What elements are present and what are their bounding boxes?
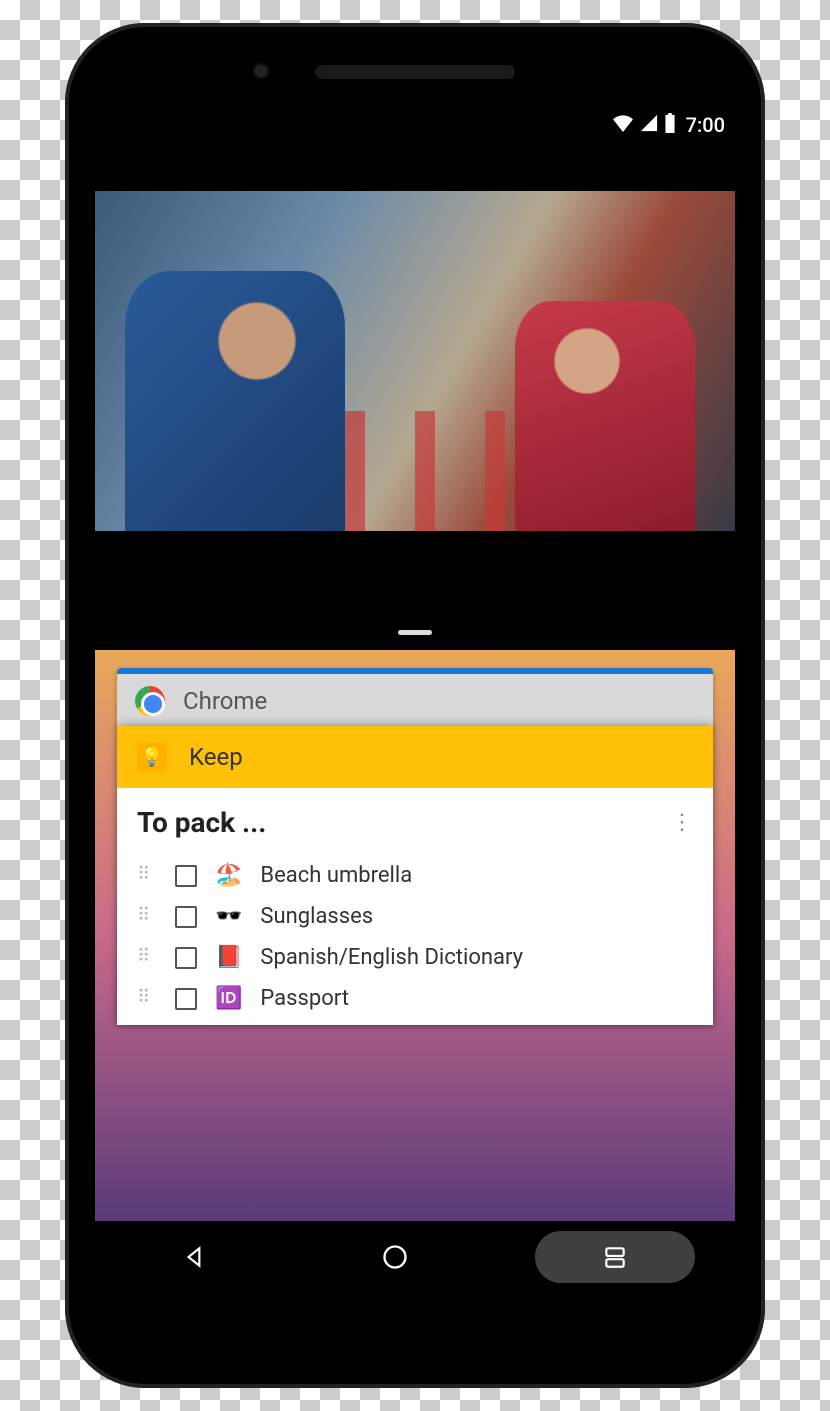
checkbox[interactable] (175, 906, 197, 928)
list-item[interactable]: ⠿ 🕶️ Sunglasses (137, 896, 693, 937)
checkbox[interactable] (175, 988, 197, 1010)
divider-handle-icon (398, 630, 432, 635)
back-icon (182, 1244, 208, 1270)
checkbox[interactable] (175, 865, 197, 887)
drag-handle-icon[interactable]: ⠿ (137, 870, 157, 881)
split-divider[interactable] (95, 614, 735, 650)
video-person-left (125, 271, 345, 531)
keep-note[interactable]: To pack ... ⋮ ⠿ 🏖️ Beach umbrella ⠿ 🕶️ S… (117, 788, 713, 1025)
recents-split-icon (602, 1244, 628, 1270)
item-emoji-icon: 🕶️ (215, 904, 242, 929)
phone-frame: 7:00 Chrome 💡 Keep (65, 23, 765, 1388)
split-top-app[interactable] (95, 108, 735, 614)
back-button[interactable] (135, 1233, 255, 1281)
screen: 7:00 Chrome 💡 Keep (95, 108, 735, 1293)
video-frame[interactable] (95, 191, 735, 531)
front-camera (255, 65, 267, 77)
drag-handle-icon[interactable]: ⠿ (137, 993, 157, 1004)
earpiece-speaker (315, 65, 515, 79)
more-icon[interactable]: ⋮ (671, 817, 693, 828)
drag-handle-icon[interactable]: ⠿ (137, 911, 157, 922)
item-label[interactable]: Sunglasses (260, 904, 373, 929)
navigation-bar (95, 1221, 735, 1293)
item-label[interactable]: Spanish/English Dictionary (260, 945, 523, 970)
recent-card-chrome[interactable]: Chrome (117, 668, 713, 728)
checkbox[interactable] (175, 947, 197, 969)
item-emoji-icon: 📕 (215, 945, 242, 970)
recent-app-label: Chrome (183, 687, 267, 715)
wifi-icon (612, 113, 634, 137)
item-label[interactable]: Beach umbrella (260, 863, 412, 888)
list-item[interactable]: ⠿ 🆔 Passport (137, 978, 693, 1019)
list-item[interactable]: ⠿ 🏖️ Beach umbrella (137, 855, 693, 896)
battery-icon (664, 113, 676, 138)
recent-card-header: 💡 Keep (117, 726, 713, 788)
cell-signal-icon (640, 113, 658, 137)
recent-app-label: Keep (189, 743, 243, 771)
split-bottom-recents[interactable]: Chrome 💡 Keep To pack ... ⋮ ⠿ 🏖️ (95, 650, 735, 1221)
chrome-icon (135, 686, 165, 716)
item-label[interactable]: Passport (260, 986, 349, 1011)
home-button[interactable] (335, 1233, 455, 1281)
drag-handle-icon[interactable]: ⠿ (137, 952, 157, 963)
status-time: 7:00 (686, 113, 725, 137)
recent-card-header: Chrome (117, 674, 713, 728)
home-icon (381, 1243, 409, 1271)
recents-button[interactable] (535, 1231, 695, 1283)
recent-card-keep[interactable]: 💡 Keep To pack ... ⋮ ⠿ 🏖️ Beach umbrella (117, 726, 713, 1025)
note-title[interactable]: To pack ... (137, 806, 266, 839)
item-emoji-icon: 🆔 (215, 986, 242, 1011)
video-person-right (515, 301, 695, 531)
keep-icon: 💡 (137, 742, 167, 772)
status-bar: 7:00 (95, 108, 735, 142)
list-item[interactable]: ⠿ 📕 Spanish/English Dictionary (137, 937, 693, 978)
item-emoji-icon: 🏖️ (215, 863, 242, 888)
